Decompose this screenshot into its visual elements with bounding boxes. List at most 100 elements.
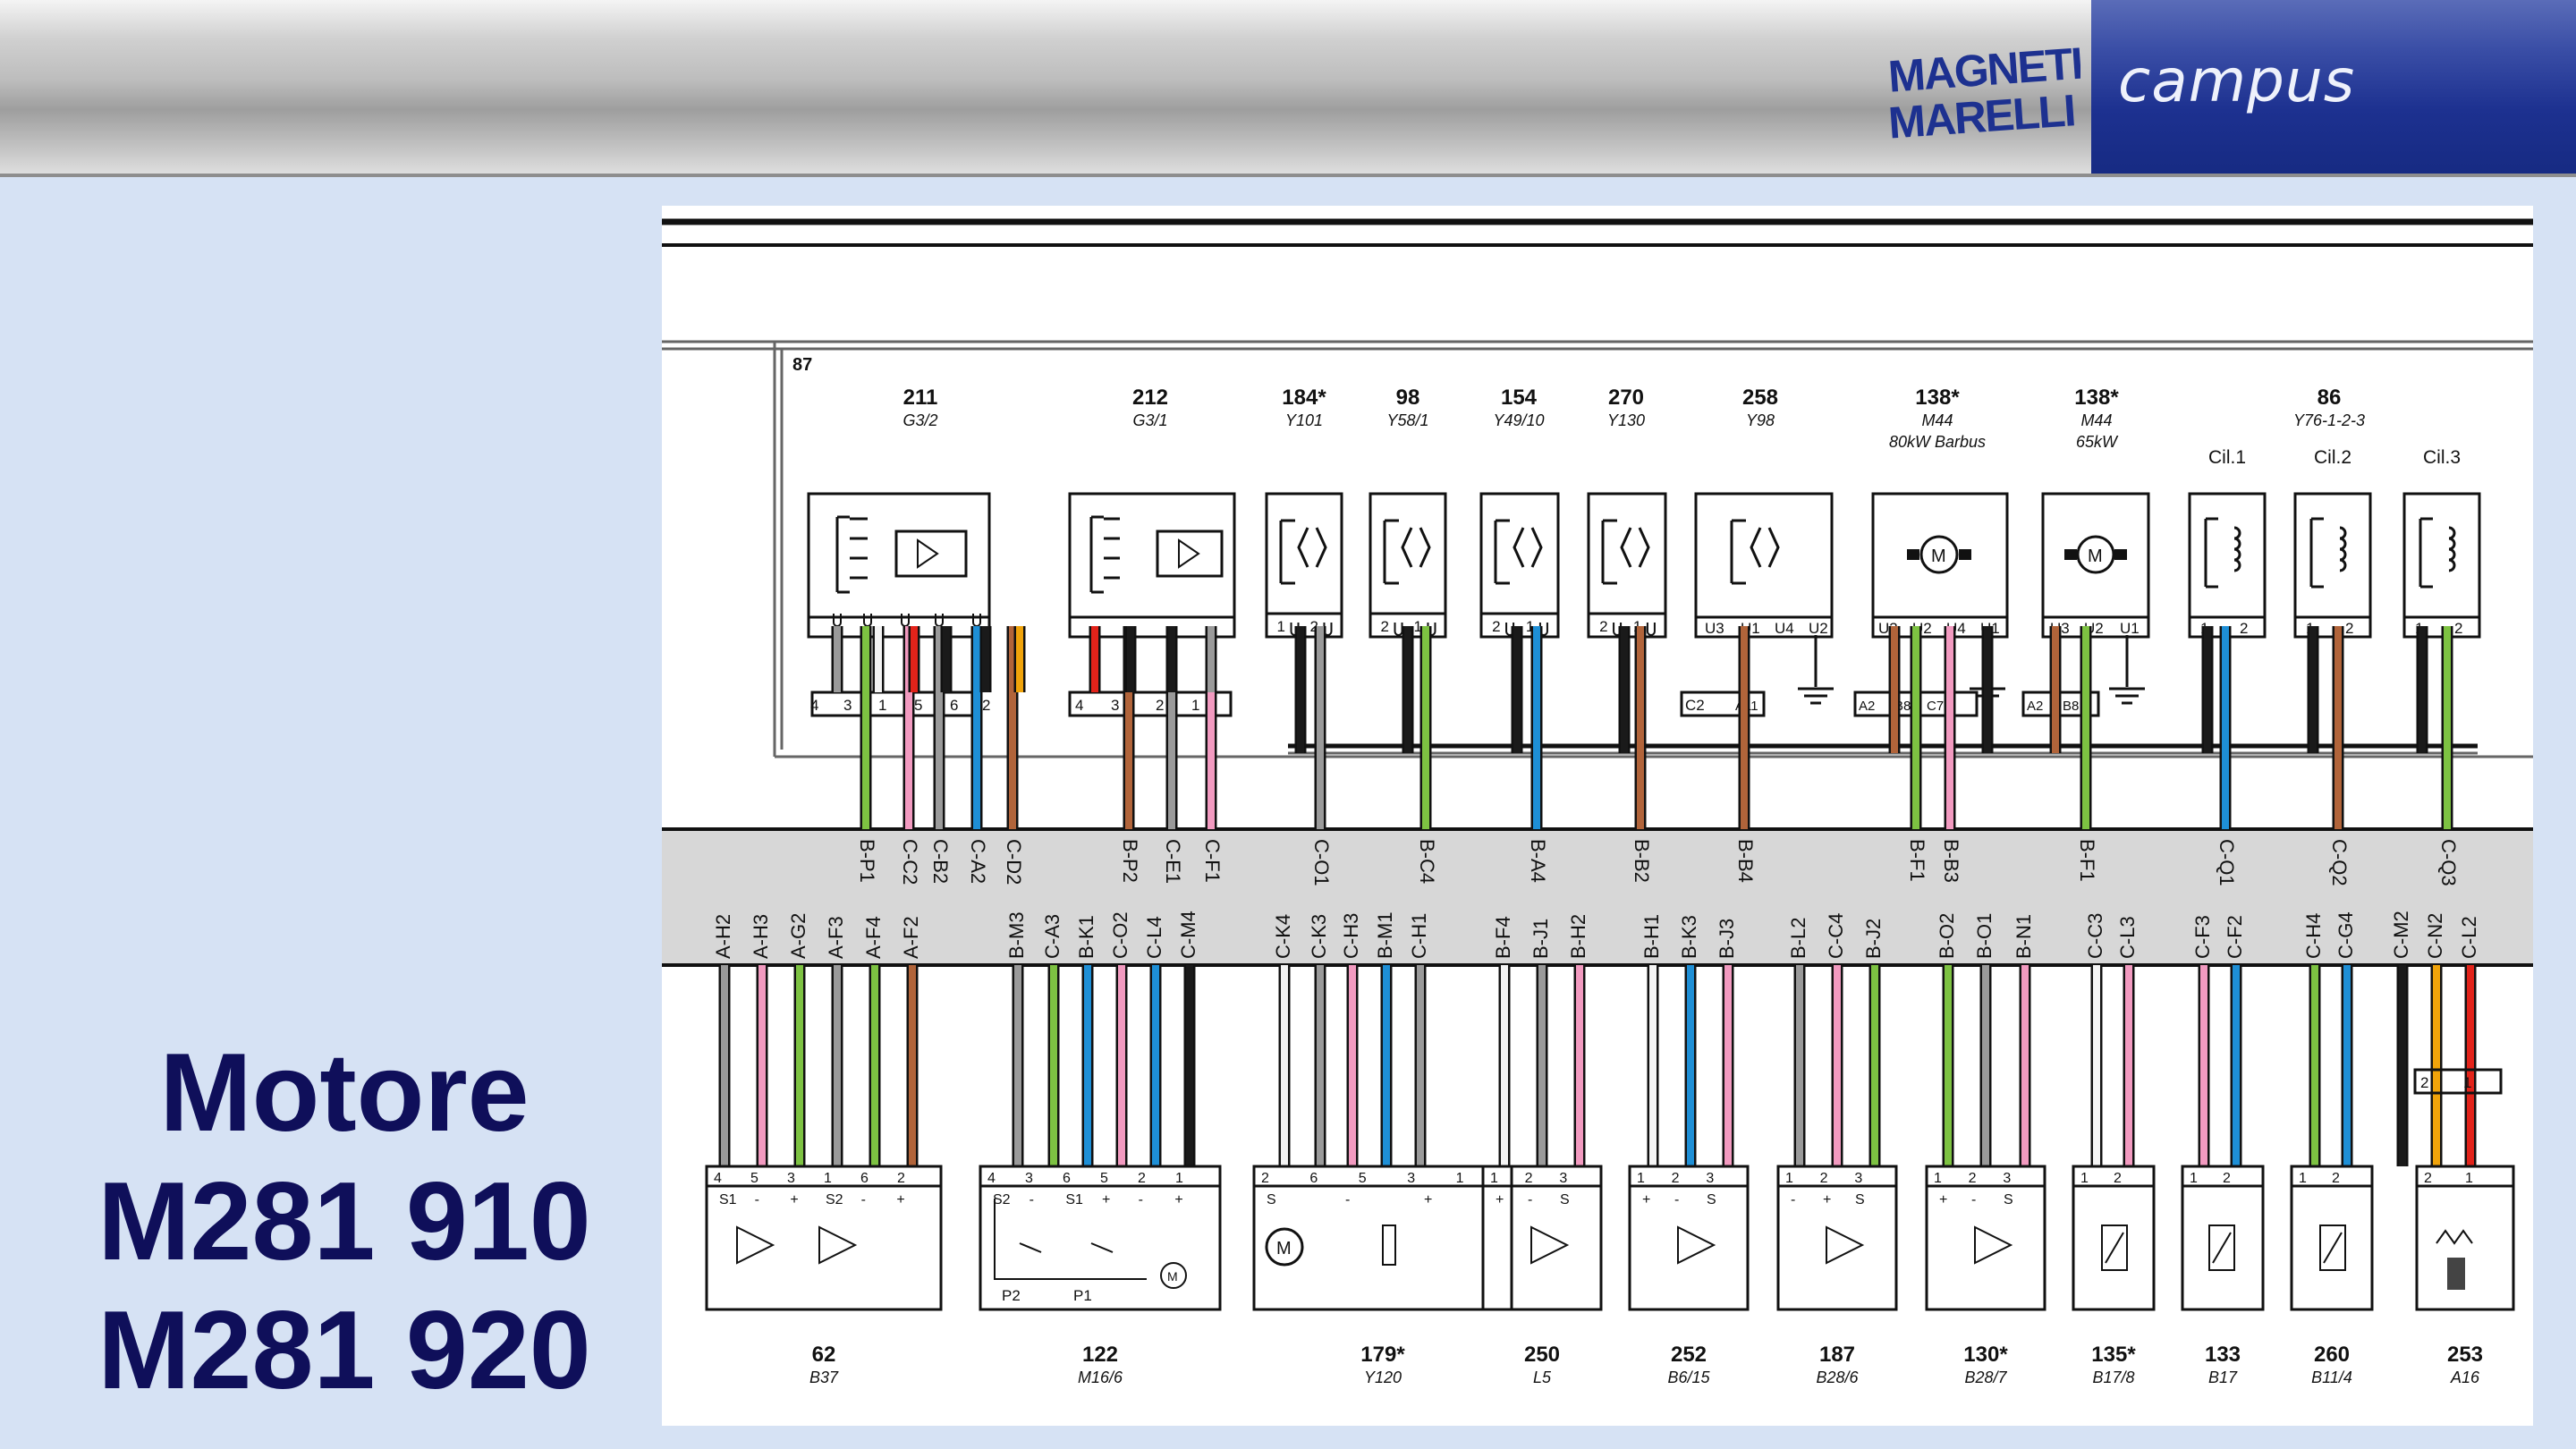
connector-pin-label: A2 — [2027, 699, 2043, 714]
harness-label-c-f2: C-F2 — [2224, 915, 2246, 959]
component-154-box — [1479, 492, 1560, 639]
connector-pin-label: 1 — [2463, 1074, 2471, 1091]
component-154-number: 154 — [1501, 386, 1538, 410]
pin-label: 1 — [1175, 1171, 1183, 1186]
wiring-diagram-svg: 87211G3/24 3 1 5 6 2212G3/14 3 2 11 2184*Y1012 198… — [662, 218, 2533, 1386]
component-250-box — [1481, 1165, 1603, 1311]
component-211-box — [807, 492, 991, 639]
component-86-code: Y76-1-2-3 — [2293, 411, 2365, 429]
terminal-label: - — [1674, 1192, 1679, 1208]
pin-icon — [901, 614, 910, 627]
component-184-coil-icon — [1279, 519, 1295, 585]
harness-label-b-f1: B-F1 — [1906, 839, 1928, 882]
amplifier-icon — [1826, 1225, 1865, 1265]
pin-label: 3 — [1706, 1171, 1714, 1186]
component-154-code: Y49/10 — [1493, 411, 1544, 429]
component-98-code: Y58/1 — [1386, 411, 1428, 429]
connector-pin-label: 1 — [878, 697, 886, 714]
pin-icon — [833, 614, 842, 627]
connector-pin-label: B8 — [2063, 699, 2079, 714]
magneti-marelli-logo: MAGNETI MARELLI — [1886, 39, 2080, 145]
component-98-pin-icon — [1394, 623, 1403, 636]
harness-label-c-h3: C-H3 — [1340, 913, 1362, 959]
pin-label: 5 — [1359, 1171, 1367, 1186]
sensor-plate-icon — [835, 515, 850, 594]
header-banner: MAGNETI MARELLI campus — [0, 0, 2576, 177]
pin-label: 2 — [2424, 1171, 2432, 1186]
harness-label-b-b3: B-B3 — [1940, 839, 1962, 883]
pin-label: U3 — [1705, 620, 1724, 637]
harness-label-b-h2: B-H2 — [1567, 914, 1589, 959]
component-code: M16/6 — [1078, 1368, 1123, 1386]
connector-pin-label: 2 — [1156, 697, 1164, 714]
harness-label-a-g2: A-G2 — [787, 913, 809, 959]
pin-label: 4 — [714, 1171, 722, 1186]
harness-label-c-l4: C-L4 — [1143, 916, 1165, 959]
pin-label: 6 — [860, 1171, 869, 1186]
component-270-pin-icon — [1646, 623, 1656, 636]
pin-label: 2 — [1261, 1171, 1269, 1186]
connector-pin-label: 3 — [843, 697, 852, 714]
component-number: 252 — [1671, 1343, 1707, 1367]
pin-label: 1 — [1490, 1171, 1498, 1186]
injector-coil-icon — [2309, 517, 2347, 589]
terminal-label: - — [1139, 1192, 1143, 1208]
harness-label-b-m1: B-M1 — [1374, 911, 1396, 959]
title-line-1: Motore — [159, 1031, 530, 1155]
component-138-80kw-number: 138* — [1915, 386, 1960, 410]
connector-pin-label: 2 — [982, 697, 990, 714]
pin-label: U2 — [1809, 620, 1828, 637]
harness-label-b-f1: B-F1 — [2076, 839, 2098, 882]
pin-label: 1 — [1785, 1171, 1793, 1186]
component-86-number: 86 — [2318, 386, 2342, 410]
pin-label: 6 — [1063, 1171, 1071, 1186]
motor-icon-label: M — [1931, 547, 1946, 566]
harness-label-a-f4: A-F4 — [862, 916, 885, 959]
terminal-label: + — [1174, 1192, 1182, 1208]
component-number: 250 — [1524, 1343, 1560, 1367]
component-number: 130* — [1963, 1343, 2008, 1367]
component-184-number: 184* — [1282, 386, 1326, 410]
terminal-label: + — [1496, 1192, 1504, 1208]
pin-label: 5 — [1100, 1171, 1108, 1186]
terminal-label: - — [1791, 1192, 1795, 1208]
temperature-sensor-icon — [2105, 1232, 2124, 1264]
component-258-number: 258 — [1742, 386, 1778, 410]
knock-sensor-icon — [2436, 1229, 2473, 1245]
harness-label-c-n2: C-N2 — [2424, 913, 2446, 959]
component-184-box — [1265, 492, 1343, 639]
component-number: 253 — [2447, 1343, 2483, 1367]
component-270-number: 270 — [1608, 386, 1644, 410]
component-code: L5 — [1533, 1368, 1552, 1386]
terminal-label: S2 — [826, 1192, 843, 1208]
harness-label-c-e1: C-E1 — [1162, 839, 1184, 884]
component-code: B17 — [2208, 1368, 2238, 1386]
harness-label-c-c3: C-C3 — [2084, 913, 2106, 959]
wiring-diagram: 87 211 G3/2 4 3 1 5 6 2 212 G3/1 4 3 2 1 1 2 184* Y101 2 1 98… — [662, 206, 2533, 1426]
connector-pin-label: 1 — [1191, 697, 1199, 714]
connector-pin-label: 6 — [950, 697, 958, 714]
component-130-box — [1925, 1165, 2046, 1311]
amplifier-icon — [1178, 538, 1200, 569]
component-number: 62 — [812, 1343, 836, 1367]
component-211-number: 211 — [903, 386, 938, 410]
terminal-label: S — [1707, 1192, 1716, 1208]
potentiometer-label: P2 — [1002, 1287, 1021, 1304]
pin-label: 1 — [824, 1171, 832, 1186]
component-258-code: Y98 — [1746, 411, 1775, 429]
amplifier-box — [1156, 530, 1224, 578]
potentiometer-icon — [994, 1199, 1147, 1280]
amplifier-icon — [818, 1225, 858, 1265]
harness-label-c-c4: C-C4 — [1825, 913, 1847, 959]
pin-label: 1 — [2465, 1171, 2473, 1186]
injector-box — [2188, 492, 2267, 639]
motor-icon-label: M — [2088, 547, 2103, 566]
pin-label: 2 — [1820, 1171, 1828, 1186]
component-98-pin-label: 2 — [1381, 618, 1389, 635]
connector-pin-label: 5 — [914, 697, 922, 714]
knock-sensor-icon — [2447, 1258, 2465, 1290]
temperature-sensor-icon — [2212, 1232, 2232, 1264]
harness-label-c-k4: C-K4 — [1272, 914, 1294, 959]
connector-pin-label: 3 — [1111, 697, 1119, 714]
component-154-pin-label: 2 — [1492, 618, 1500, 635]
